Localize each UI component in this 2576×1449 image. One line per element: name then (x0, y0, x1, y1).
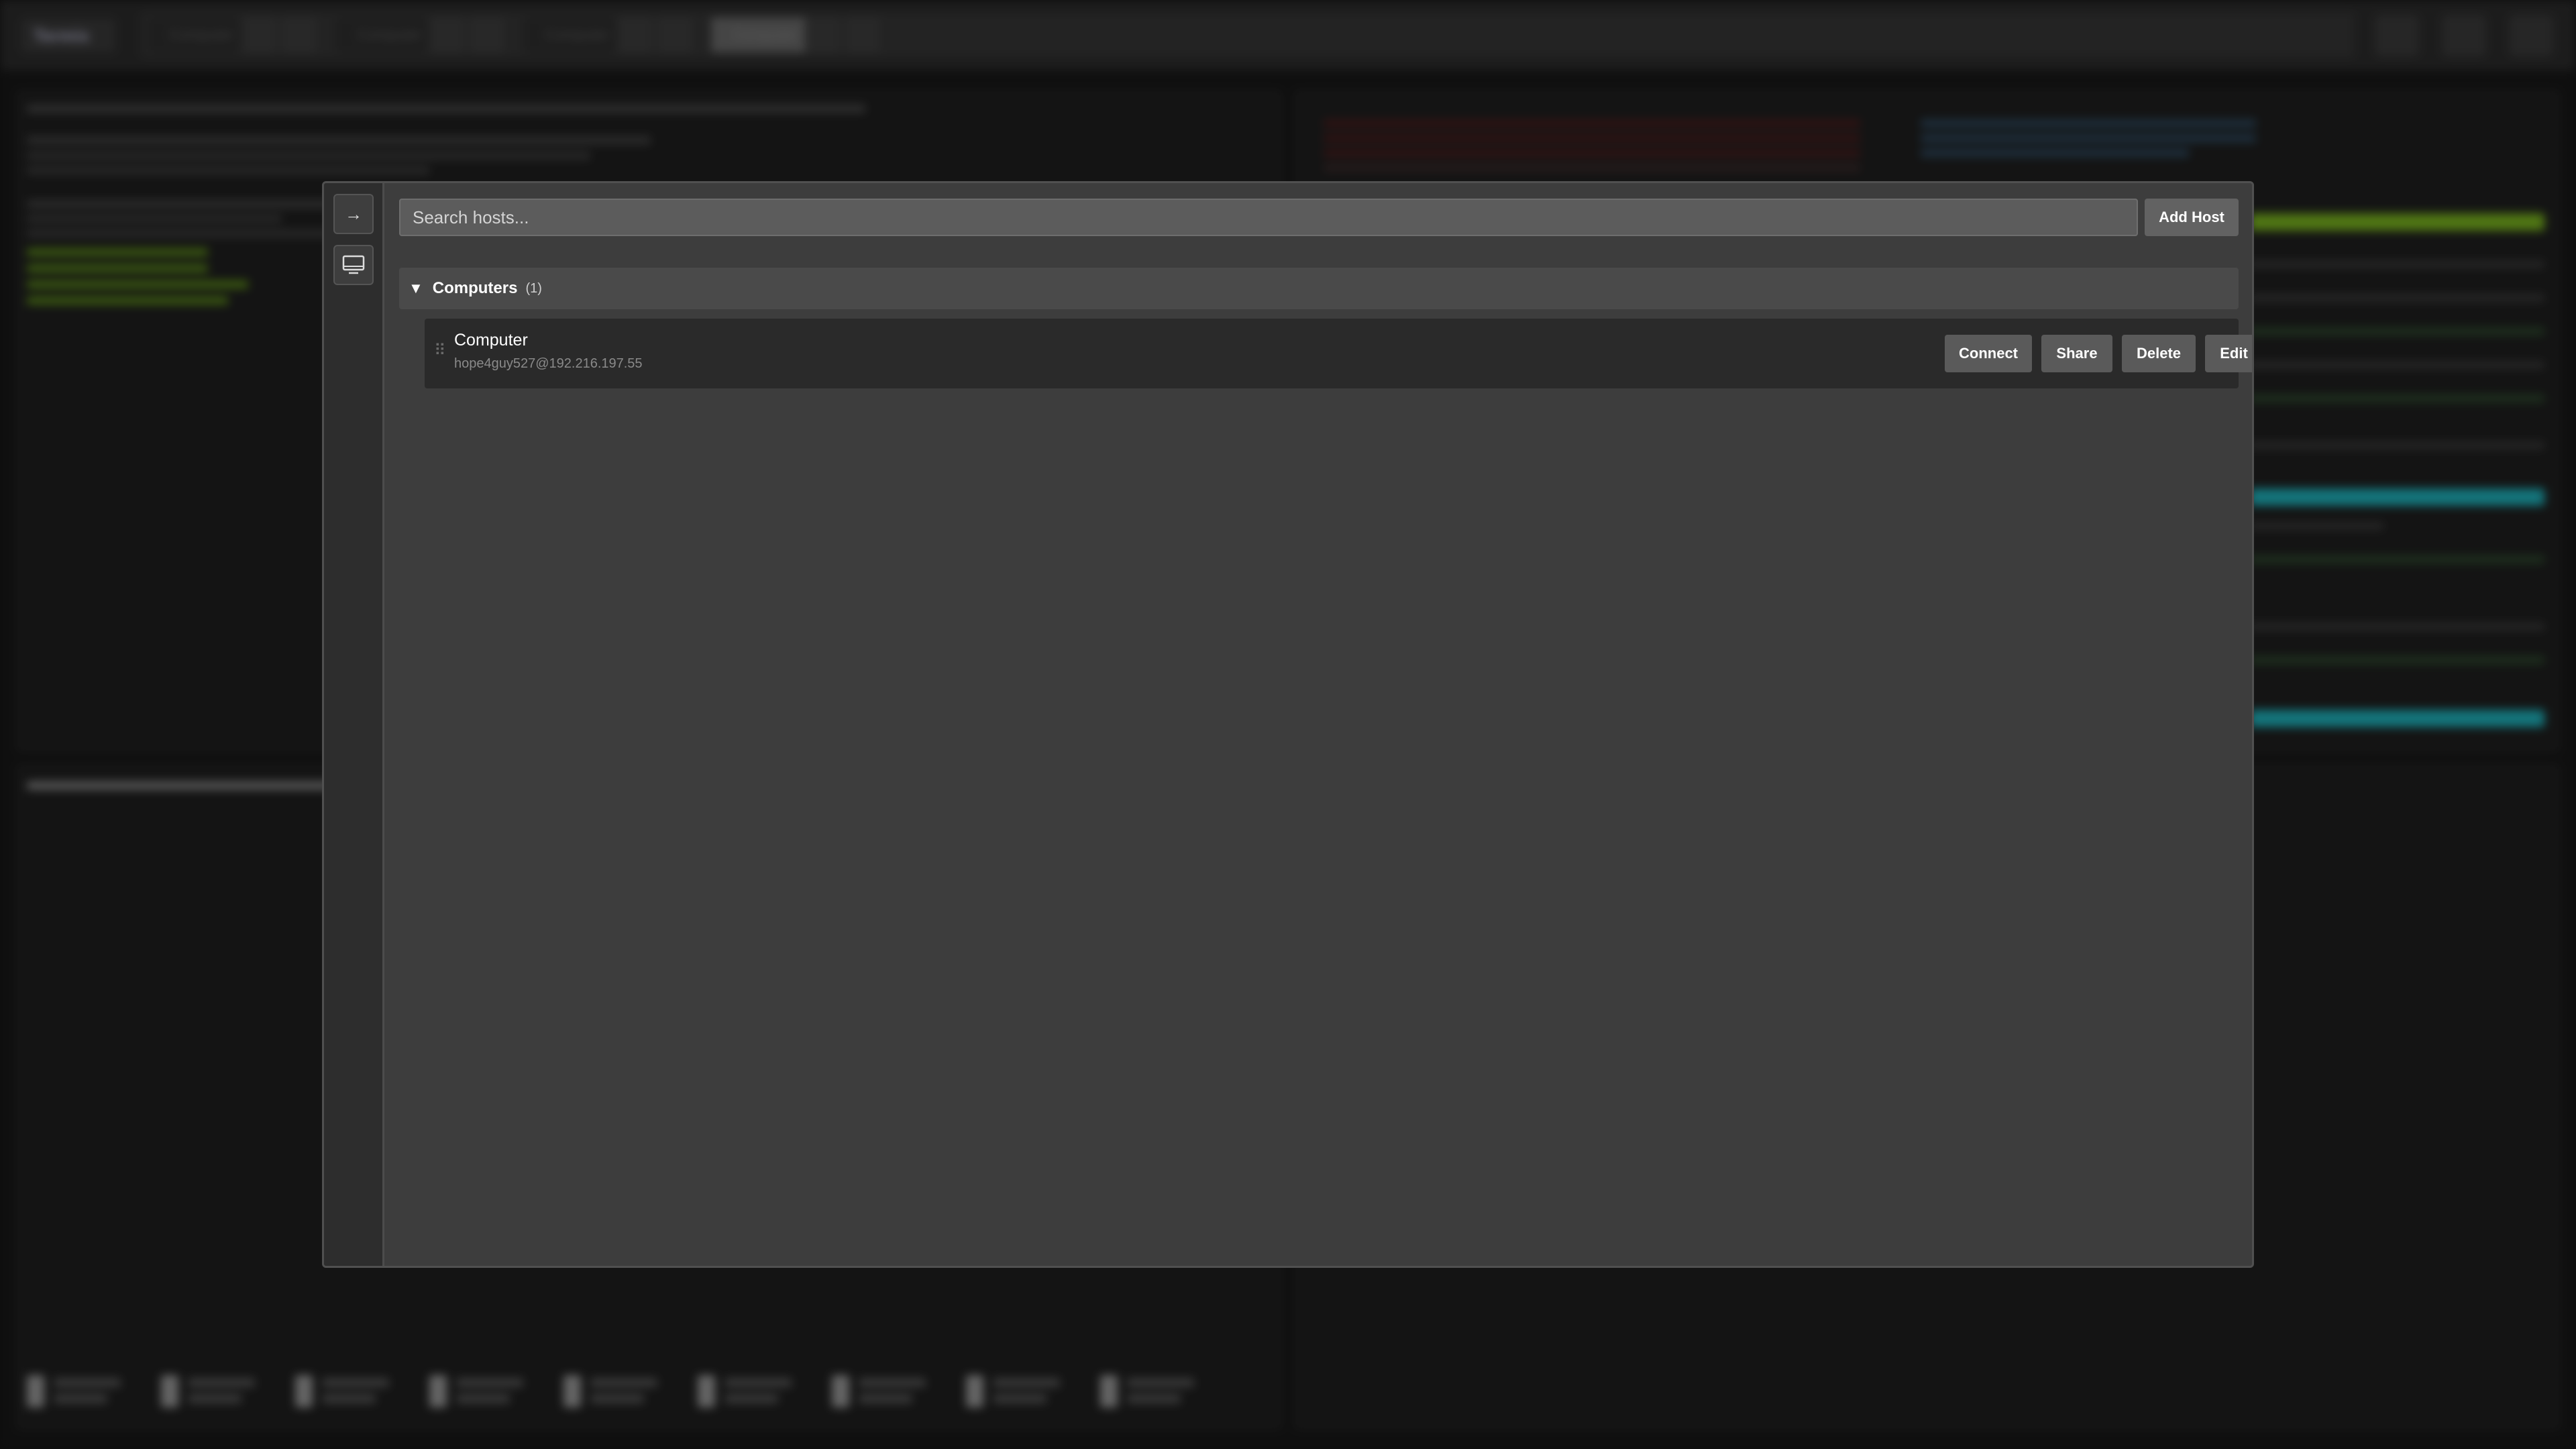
triangle-down-icon: ▼ (409, 280, 423, 297)
monitor-icon[interactable] (333, 245, 374, 285)
host-address: hope4guy527@192.216.197.55 (454, 356, 643, 371)
connect-button[interactable]: Connect (1945, 335, 2032, 372)
host-manager-modal: → Add Host ▼ Computers (1) ⠿ Computer ho… (322, 181, 2254, 1268)
group-count: (1) (525, 280, 542, 296)
host-row[interactable]: ⠿ Computer hope4guy527@192.216.197.55 Co… (425, 319, 2252, 388)
modal-sidebar: → (324, 183, 384, 1266)
add-host-button[interactable]: Add Host (2145, 199, 2239, 236)
group-header-computers[interactable]: ▼ Computers (1) (399, 268, 2239, 309)
share-button[interactable]: Share (2041, 335, 2112, 372)
group-name: Computers (432, 279, 518, 297)
search-container (399, 199, 2138, 236)
monitor-icon-svg (342, 255, 365, 274)
delete-button[interactable]: Delete (2122, 335, 2196, 372)
search-hosts-input[interactable] (399, 199, 2138, 236)
collapse-arrow-icon[interactable]: → (333, 194, 374, 234)
drag-handle-icon[interactable]: ⠿ (434, 343, 446, 359)
edit-button[interactable]: Edit (2205, 335, 2252, 372)
host-name: Computer (454, 331, 528, 350)
